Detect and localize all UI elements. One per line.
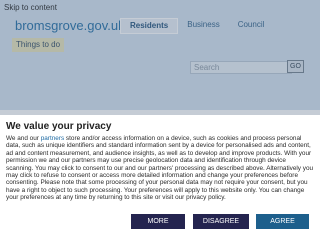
consent-body: We and our partners store and/or access …: [6, 135, 314, 202]
consent-intro-rest: store and/or access information on a dev…: [6, 135, 314, 202]
more-options-button[interactable]: MORE OPTIONS: [131, 214, 185, 240]
agree-button[interactable]: AGREE: [256, 214, 309, 229]
disagree-button[interactable]: DISAGREE: [193, 214, 249, 229]
partners-link[interactable]: partners: [41, 135, 64, 142]
consent-intro-start: We and our: [6, 135, 41, 142]
consent-title: We value your privacy: [6, 121, 112, 132]
